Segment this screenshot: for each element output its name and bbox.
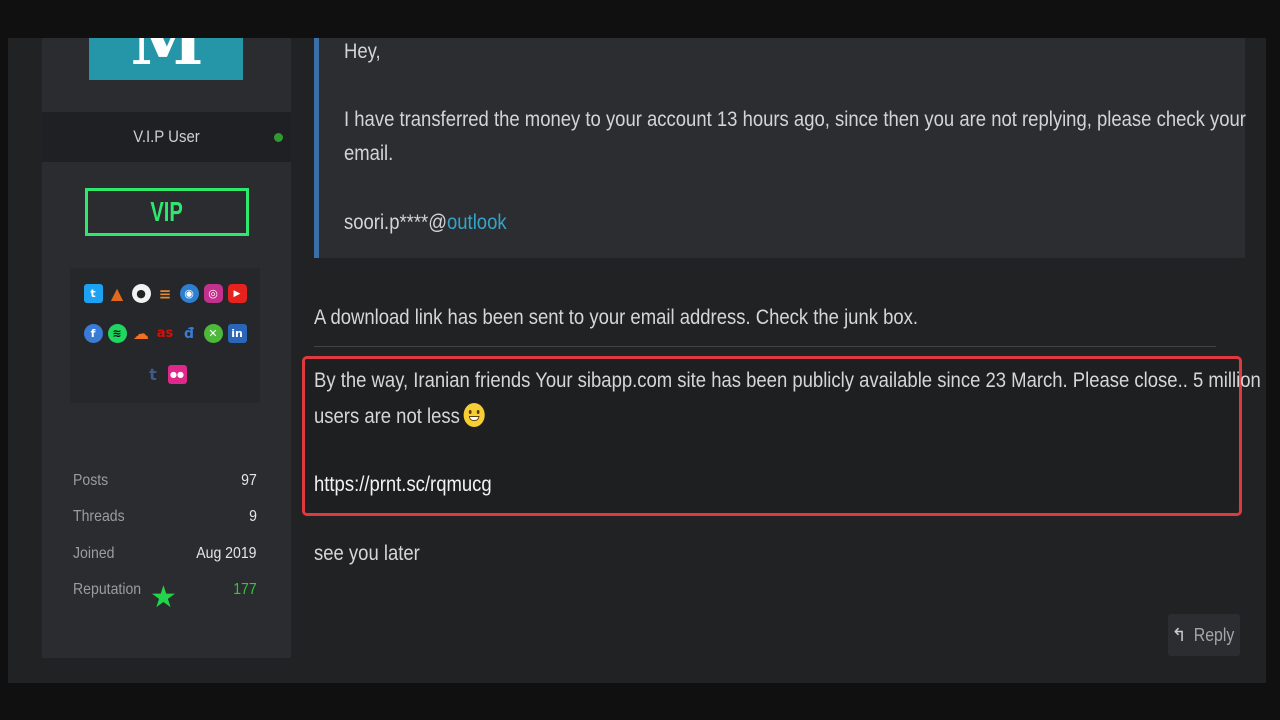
post-frame: M V.I.P User VIP t ▲ ● ≡ ◉ ◎ ▶ f ≋ ☁ as (8, 38, 1266, 683)
highlight-text-line2: users are not less (314, 403, 485, 429)
post-text: see you later (314, 542, 420, 565)
highlight-text: users are not less (314, 405, 460, 428)
quote-line: I have transferred the money to your acc… (344, 108, 1246, 131)
divider (314, 346, 1216, 347)
reply-label: Reply (1193, 624, 1234, 645)
reply-button[interactable]: ↰ Reply (1168, 614, 1240, 656)
quote-line: Hey, (344, 40, 381, 63)
smiley-icon (463, 403, 485, 427)
reply-icon: ↰ (1171, 624, 1187, 645)
post-link[interactable]: https://prnt.sc/rqmucg (314, 473, 492, 497)
email-prefix: soori.p****@ (344, 211, 448, 234)
highlight-text: By the way, Iranian friends Your sibapp.… (314, 369, 1261, 392)
email-link[interactable]: outlook (447, 211, 507, 234)
quote-block: Hey, I have transferred the money to you… (314, 38, 1246, 258)
quote-email: soori.p****@outlook (344, 211, 507, 235)
post-text: A download link has been sent to your em… (314, 306, 919, 329)
quote-line: email. (344, 142, 394, 165)
post-body: Hey, I have transferred the money to you… (8, 38, 1266, 683)
